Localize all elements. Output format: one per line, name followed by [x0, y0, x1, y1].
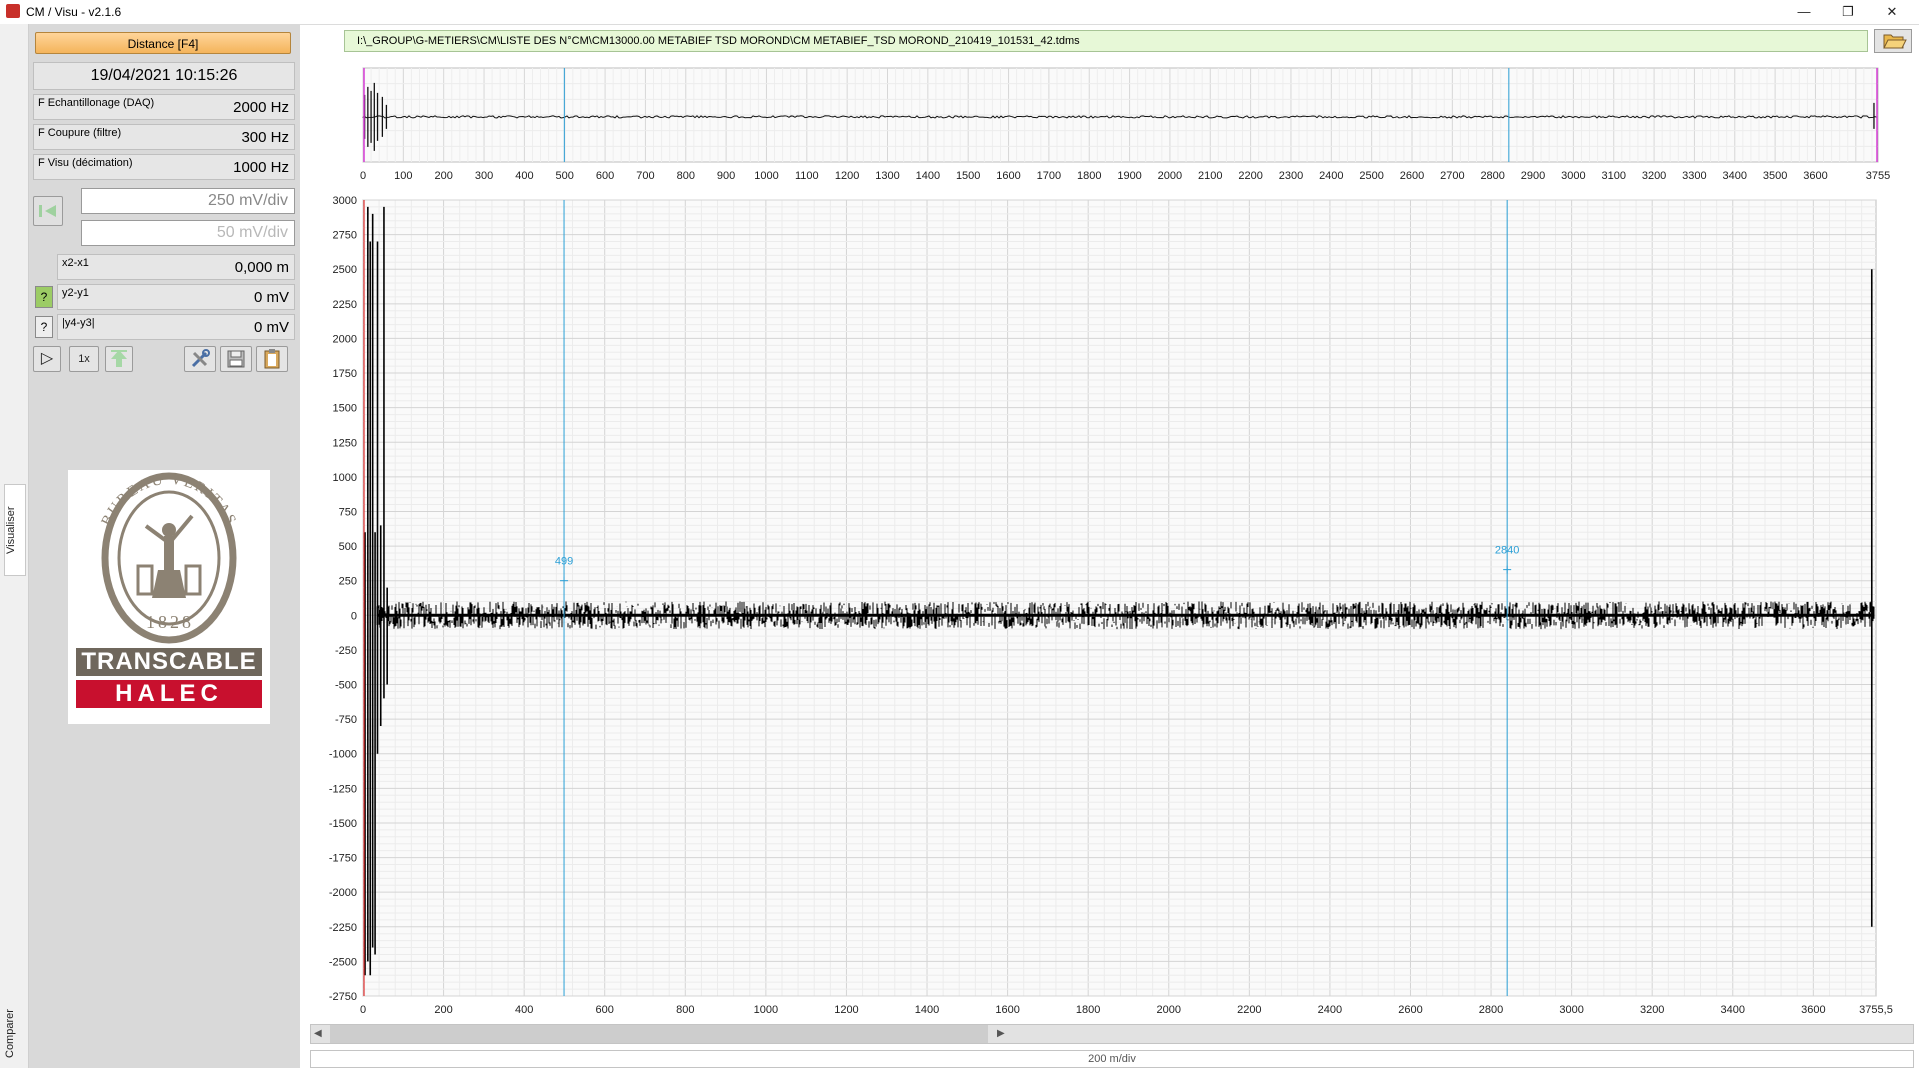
main-plot-area [362, 199, 1877, 997]
main-x-tick-label: 1000 [754, 1004, 778, 1016]
main-y-tick-label: -2250 [329, 922, 357, 934]
main-x-tick-label: 3200 [1640, 1004, 1664, 1016]
overview-x-tick-label: 2200 [1238, 170, 1262, 182]
overview-x-tick-label: 700 [636, 170, 654, 182]
main-x-tick-label: 1600 [995, 1004, 1019, 1016]
main-y-tick-label: -1750 [329, 853, 357, 865]
overview-x-tick-label: 1200 [835, 170, 859, 182]
main-y-tick-label: -750 [335, 714, 357, 726]
main-cursor-label: 499 [555, 556, 573, 568]
main-x-tick-label: 3400 [1721, 1004, 1745, 1016]
main-y-tick-label: -2000 [329, 887, 357, 899]
main-y-tick-label: 2500 [333, 264, 357, 276]
main-x-tick-label: 1200 [834, 1004, 858, 1016]
main-x-tick-label: 400 [515, 1004, 533, 1016]
main-x-tick-label: 600 [596, 1004, 614, 1016]
main-y-tick-label: -1000 [329, 749, 357, 761]
main-x-tick-label: 2600 [1398, 1004, 1422, 1016]
overview-x-tick-label: 3100 [1601, 170, 1625, 182]
scroll-right-icon[interactable]: ▶ [997, 1028, 1005, 1039]
overview-x-tick-label: 3755 [1866, 170, 1890, 182]
overview-x-tick-label: 1900 [1117, 170, 1141, 182]
main-x-tick-label: 200 [434, 1004, 452, 1016]
overview-x-tick-label: 1800 [1077, 170, 1101, 182]
overview-x-tick-label: 2000 [1158, 170, 1182, 182]
overview-x-tick-label: 3200 [1642, 170, 1666, 182]
main-cursor-label: 2840 [1495, 545, 1519, 557]
x-scale-status: 200 m/div [310, 1050, 1914, 1068]
main-y-tick-label: 2750 [333, 230, 357, 242]
overview-x-tick-label: 2500 [1359, 170, 1383, 182]
overview-x-tick-label: 900 [717, 170, 735, 182]
overview-x-tick-label: 2400 [1319, 170, 1343, 182]
main-x-tick-label: 800 [676, 1004, 694, 1016]
main-y-tick-label: 0 [351, 610, 357, 622]
overview-x-tick-label: 2600 [1400, 170, 1424, 182]
overview-x-tick-label: 0 [360, 170, 366, 182]
main-y-tick-label: -1250 [329, 783, 357, 795]
overview-x-tick-label: 800 [677, 170, 695, 182]
scroll-left-icon[interactable]: ◀ [314, 1028, 322, 1039]
overview-x-tick-label: 1600 [996, 170, 1020, 182]
overview-x-tick-label: 500 [556, 170, 574, 182]
overview-x-tick-label: 100 [394, 170, 412, 182]
main-y-tick-label: 500 [339, 541, 357, 553]
overview-x-tick-label: 200 [435, 170, 453, 182]
main-y-tick-label: 1500 [333, 403, 357, 415]
main-y-tick-label: 250 [339, 576, 357, 588]
overview-x-tick-label: 600 [596, 170, 614, 182]
overview-x-tick-label: 3400 [1723, 170, 1747, 182]
main-x-tick-label: 2200 [1237, 1004, 1261, 1016]
main-x-tick-label: 3000 [1559, 1004, 1583, 1016]
overview-x-tick-label: 1700 [1037, 170, 1061, 182]
overview-x-tick-label: 1000 [754, 170, 778, 182]
overview-x-tick-label: 3500 [1763, 170, 1787, 182]
overview-x-tick-label: 3300 [1682, 170, 1706, 182]
main-x-tick-label: 3600 [1801, 1004, 1825, 1016]
main-y-tick-label: 2000 [333, 333, 357, 345]
main-y-tick-label: -1500 [329, 818, 357, 830]
main-x-tick-label: 1400 [915, 1004, 939, 1016]
main-y-tick-label: -500 [335, 680, 357, 692]
overview-x-tick-label: 1300 [875, 170, 899, 182]
main-x-tick-label: 2000 [1157, 1004, 1181, 1016]
overview-x-tick-label: 2100 [1198, 170, 1222, 182]
main-x-end-label: 3755,5 [1859, 1004, 1893, 1016]
main-y-tick-label: -2750 [329, 991, 357, 1003]
main-x-tick-label: 2800 [1479, 1004, 1503, 1016]
overview-x-tick-label: 3000 [1561, 170, 1585, 182]
main-y-tick-label: -2500 [329, 956, 357, 968]
overview-x-tick-label: 2800 [1480, 170, 1504, 182]
overview-x-tick-label: 400 [515, 170, 533, 182]
overview-x-tick-label: 1100 [795, 170, 819, 182]
main-y-tick-label: -250 [335, 645, 357, 657]
overview-x-tick-label: 1500 [956, 170, 980, 182]
overview-chart[interactable]: 0 100 200 300 400 500 600 700 800 900 1000 1100 1200… [0, 0, 1919, 1068]
main-y-tick-label: 750 [339, 506, 357, 518]
main-y-tick-label: 3000 [333, 195, 357, 207]
overview-x-tick-label: 3600 [1803, 170, 1827, 182]
overview-x-tick-label: 2300 [1279, 170, 1303, 182]
main-y-tick-label: 1750 [333, 368, 357, 380]
main-x-tick-label: 2400 [1318, 1004, 1342, 1016]
overview-x-tick-label: 2700 [1440, 170, 1464, 182]
main-x-tick-label: 0 [360, 1004, 366, 1016]
overview-x-tick-label: 2900 [1521, 170, 1545, 182]
main-y-tick-label: 1000 [333, 472, 357, 484]
main-y-tick-label: 2250 [333, 299, 357, 311]
main-y-tick-label: 1250 [333, 437, 357, 449]
main-x-tick-label: 1800 [1076, 1004, 1100, 1016]
overview-x-tick-label: 1400 [916, 170, 940, 182]
scrollbar-thumb[interactable] [330, 1025, 988, 1043]
overview-x-tick-label: 300 [475, 170, 493, 182]
